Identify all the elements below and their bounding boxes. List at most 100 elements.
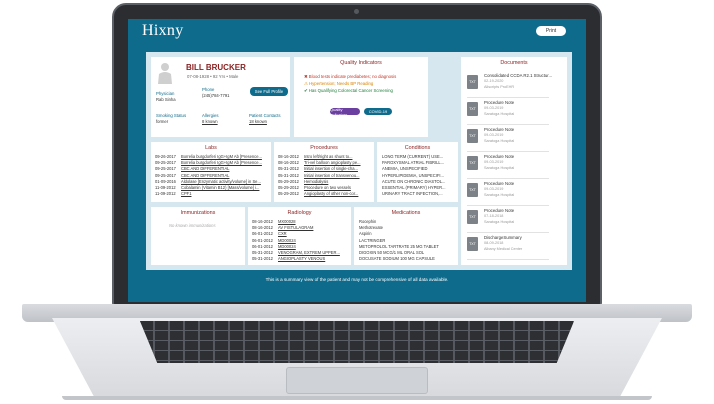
medications-row[interactable]: DIGOXIN 50 MCG/1 ML ORAL SOL <box>359 250 455 256</box>
radiology-row[interactable]: 08-16-2012 MX00028 <box>252 219 349 225</box>
radiology-panel: Radiology 08-16-2012 MX00028 08-16-2012 AV … <box>248 207 351 265</box>
procedures-row[interactable]: 05-31-2012 Initial insertion of single-ch… <box>278 166 372 172</box>
labs-name: CPF1 <box>181 191 192 197</box>
radiology-title: Radiology <box>287 210 312 216</box>
document-item[interactable]: TXT Procedure Note 09-03-2019 Saratoga Hosp… <box>467 125 549 152</box>
procedures-row[interactable]: 05-31-2012 Initial insertion of transveno… <box>278 173 372 179</box>
radiology-name: MD00024 <box>278 243 296 249</box>
document-date: 02-19-2020 <box>484 79 504 83</box>
conditions-row[interactable]: HYPERLIPIDEMIA, UNSPECIFI... <box>382 173 456 179</box>
procedures-date: 05-29-2012 <box>278 178 299 184</box>
labs-date: 11-09-2012 <box>155 191 176 197</box>
txt-file-icon: TXT <box>467 129 478 143</box>
labs-title: Labs <box>205 145 217 151</box>
document-source: Saratoga Hospital <box>484 112 515 116</box>
labs-name: Aldolase [Enzymatic activity/volume] in … <box>181 178 261 184</box>
screen: Hixny Print BILL BRUCKER 07-08-1928 • 92… <box>128 19 586 302</box>
footer-bar: This is a summary view of the patient an… <box>128 270 586 302</box>
document-item[interactable]: TXT Procedure Note 09-03-2019 Saratoga Hosp… <box>467 152 549 179</box>
radiology-date: 08-16-2012 <box>252 225 273 231</box>
quality-item-prediabetes: ✖ Blood tests indicate prediabetes; no d… <box>304 74 397 79</box>
dashboard: BILL BRUCKER 07-08-1928 • 92 Yrs • Male … <box>146 52 572 270</box>
labs-row[interactable]: 09-25-2017 Borrelia burgdorferi IgG+IgM A… <box>155 160 269 166</box>
document-item[interactable]: TXT Procedure Note 09-03-2019 Saratoga Hosp… <box>467 98 549 125</box>
document-date: 09-03-2019 <box>484 160 504 164</box>
labs-row[interactable]: 11-09-2012 Cobalamin (Vitamin B12) [Mass/… <box>155 185 269 191</box>
procedures-date: 08-16-2012 <box>278 154 299 159</box>
medications-row[interactable]: METOPROLOL TARTRATE 25 MG TABLET <box>359 244 455 250</box>
document-source: Saratoga Hospital <box>484 220 515 224</box>
radiology-date: 06-01-2012 <box>252 237 273 243</box>
conditions-row[interactable]: ESSENTIAL (PRIMARY) HYPER... <box>382 185 456 191</box>
document-source: Saratoga Hospital <box>484 166 515 170</box>
quality-indicators-button[interactable]: Quality Indicators <box>330 107 360 117</box>
contacts-link[interactable]: 18 known <box>249 119 267 124</box>
conditions-row[interactable]: PAROXYSMAL ATRIAL FIBRILL... <box>382 160 456 166</box>
document-item[interactable]: TXT Consolidated CCDA R2.1 Structur... 02-… <box>467 71 552 98</box>
document-date: 09-03-2019 <box>484 133 504 137</box>
radiology-date: 05-31-2012 <box>252 250 273 255</box>
radiology-row[interactable]: 06-01-2012 MD00024 <box>252 238 349 244</box>
laptop-foot <box>62 396 652 400</box>
txt-file-icon: TXT <box>467 75 478 89</box>
radiology-date: 08-16-2012 <box>252 219 273 224</box>
document-title: DischargeSummary <box>484 235 522 240</box>
phone-label: Phone <box>202 87 215 92</box>
patient-name: BILL BRUCKER <box>186 63 246 72</box>
see-full-profile-button[interactable]: See Full Profile <box>250 87 288 96</box>
patient-meta: 07-08-1928 • 92 Yrs • Male <box>187 74 239 79</box>
allergies-link[interactable]: 8 known <box>202 119 218 124</box>
procedures-name: Initial insertion of transvenou... <box>304 172 360 178</box>
procedures-date: 05-31-2012 <box>278 166 299 172</box>
procedures-row[interactable]: 05-29-2012 Procedure on two vessels <box>278 185 372 191</box>
app-logo: Hixny <box>142 22 184 39</box>
radiology-name: CXR <box>278 231 287 237</box>
medications-row[interactable]: Aspirin <box>359 231 455 237</box>
document-source: Allscripts ProEHR <box>484 85 515 89</box>
document-item[interactable]: TXT DischargeSummary 08-09-2018 Albany Medi… <box>467 233 549 260</box>
procedures-title: Procedures <box>310 145 338 151</box>
medications-title: Medications <box>391 210 421 216</box>
medications-row[interactable]: DOCUSATE SODIUM 100 MG CAPSULE <box>359 256 455 262</box>
conditions-row[interactable]: URINARY TRACT INFECTION,... <box>382 191 456 197</box>
conditions-row[interactable]: LONG TERM (CURRENT) USE... <box>382 154 456 160</box>
radiology-row[interactable]: 08-16-2012 AV FISTULAGRAM <box>252 225 349 231</box>
documents-panel: Documents TXT Consolidated CCDA R2.1 Stru… <box>461 57 567 265</box>
medications-row[interactable]: Rocephin <box>359 219 455 225</box>
document-title: Procedure Note <box>484 181 515 186</box>
radiology-row[interactable]: 05-31-2012 VENOGRAM, EXTREM UPPER... <box>252 250 349 256</box>
procedures-row[interactable]: 05-29-2012 Hemodialysis <box>278 179 372 185</box>
quality-item-colorectal: ✔ Has Qualifying Colorectal Cancer Scree… <box>304 88 393 93</box>
medications-row[interactable]: LACTRINGER <box>359 238 455 244</box>
laptop-mockup: Hixny Print BILL BRUCKER 07-08-1928 • 92… <box>0 0 714 404</box>
document-item[interactable]: TXT Procedure Note 09-03-2019 Saratoga Hosp… <box>467 179 549 206</box>
radiology-date: 06-01-2012 <box>252 231 273 237</box>
radiology-row[interactable]: 06-01-2012 CXR <box>252 231 349 237</box>
document-item[interactable]: TXT Procedure Note 07-18-2018 Saratoga Hosp… <box>467 206 549 233</box>
smoking-value: former <box>156 119 169 124</box>
procedures-name: Intro left/right as shunt to... <box>304 154 353 159</box>
procedures-date: 05-29-2012 <box>278 185 299 190</box>
labs-name: Borrelia burgdorferi IgG+IgM Ab [Presenc… <box>181 160 262 166</box>
conditions-row[interactable]: ANEMIA, UNSPECIFIED <box>382 166 456 172</box>
radiology-row[interactable]: 05-31-2012 ANGIOPLASTY VENOUS <box>252 256 349 262</box>
txt-file-icon: TXT <box>467 210 478 224</box>
document-title: Procedure Note <box>484 100 515 105</box>
labs-row[interactable]: 09-25-2017 CBC AND DIFFERENTIAL <box>155 166 269 172</box>
procedures-row[interactable]: 05-29-2012 Angioplasty of other non-cor..… <box>278 191 372 197</box>
labs-date: 09-25-2017 <box>155 166 176 172</box>
conditions-row[interactable]: ACUTE ON CHRONIC DIASTOL... <box>382 179 456 185</box>
procedures-row[interactable]: 08-16-2012 Intro left/right as shunt to..… <box>278 154 372 160</box>
labs-row[interactable]: 09-26-2017 Borrelia burgdorferi IgG+IgM A… <box>155 154 269 160</box>
covid-19-button[interactable]: COVID-19 <box>364 108 392 115</box>
labs-row[interactable]: 09-25-2017 CBC AND DIFFERENTIAL <box>155 173 269 179</box>
print-button[interactable]: Print <box>536 26 566 36</box>
radiology-date: 06-01-2012 <box>252 243 273 249</box>
immunizations-empty: No known immunizations <box>169 223 216 228</box>
medications-row[interactable]: Methotrexate <box>359 225 455 231</box>
labs-row[interactable]: 11-09-2012 CPF1 <box>155 191 269 197</box>
procedures-row[interactable]: 08-16-2012 Tri-vel balloon angioplasty pe… <box>278 160 372 166</box>
keyboard-rows <box>140 321 574 363</box>
labs-row[interactable]: 01-09-2016 Aldolase [Enzymatic activity/v… <box>155 179 269 185</box>
radiology-row[interactable]: 06-01-2012 MD00024 <box>252 244 349 250</box>
